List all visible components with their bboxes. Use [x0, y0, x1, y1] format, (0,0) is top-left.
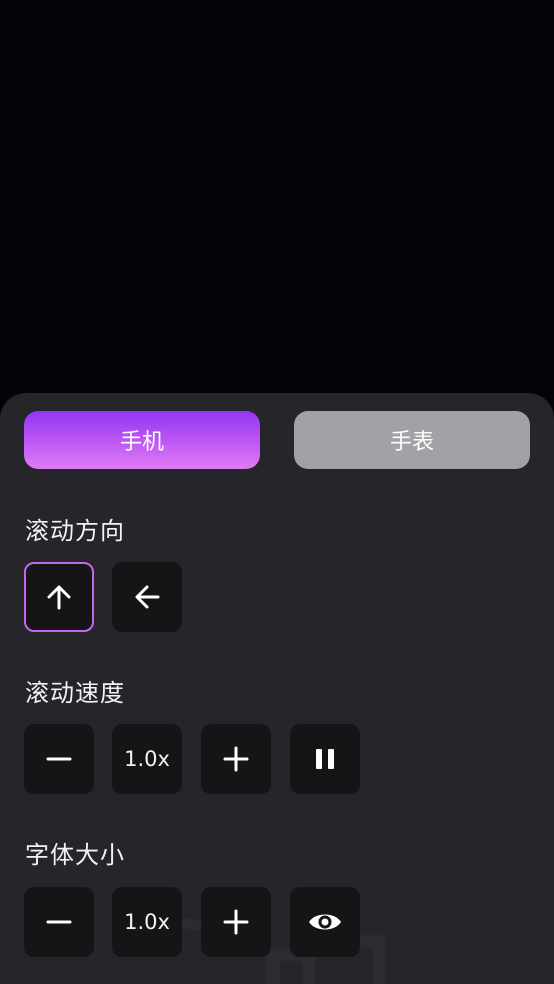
preview-button[interactable] — [290, 887, 360, 957]
speed-decrease-button[interactable] — [24, 724, 94, 794]
plus-icon — [223, 746, 249, 772]
screen: 手机 手表 滚动方向 滚动速度 1.0x 字体大小 1.0x — [0, 0, 554, 984]
speed-increase-button[interactable] — [201, 724, 271, 794]
font-size-value: 1.0x — [112, 887, 182, 957]
scroll-direction-label: 滚动方向 — [25, 517, 125, 545]
direction-up-button[interactable] — [24, 562, 94, 632]
minus-icon — [46, 920, 72, 924]
plus-icon — [223, 909, 249, 935]
pause-button[interactable] — [290, 724, 360, 794]
control-panel: 手机 手表 滚动方向 滚动速度 1.0x 字体大小 1.0x — [0, 393, 554, 984]
direction-left-button[interactable] — [112, 562, 182, 632]
font-decrease-button[interactable] — [24, 887, 94, 957]
tab-watch[interactable]: 手表 — [294, 411, 530, 469]
speed-value: 1.0x — [112, 724, 182, 794]
minus-icon — [46, 757, 72, 761]
font-size-label: 字体大小 — [25, 841, 125, 869]
scroll-speed-label: 滚动速度 — [25, 679, 125, 707]
arrow-up-icon — [47, 585, 71, 610]
tab-phone[interactable]: 手机 — [24, 411, 260, 469]
pause-icon — [316, 749, 334, 769]
eye-icon — [309, 914, 341, 930]
arrow-left-icon — [135, 585, 160, 609]
font-increase-button[interactable] — [201, 887, 271, 957]
